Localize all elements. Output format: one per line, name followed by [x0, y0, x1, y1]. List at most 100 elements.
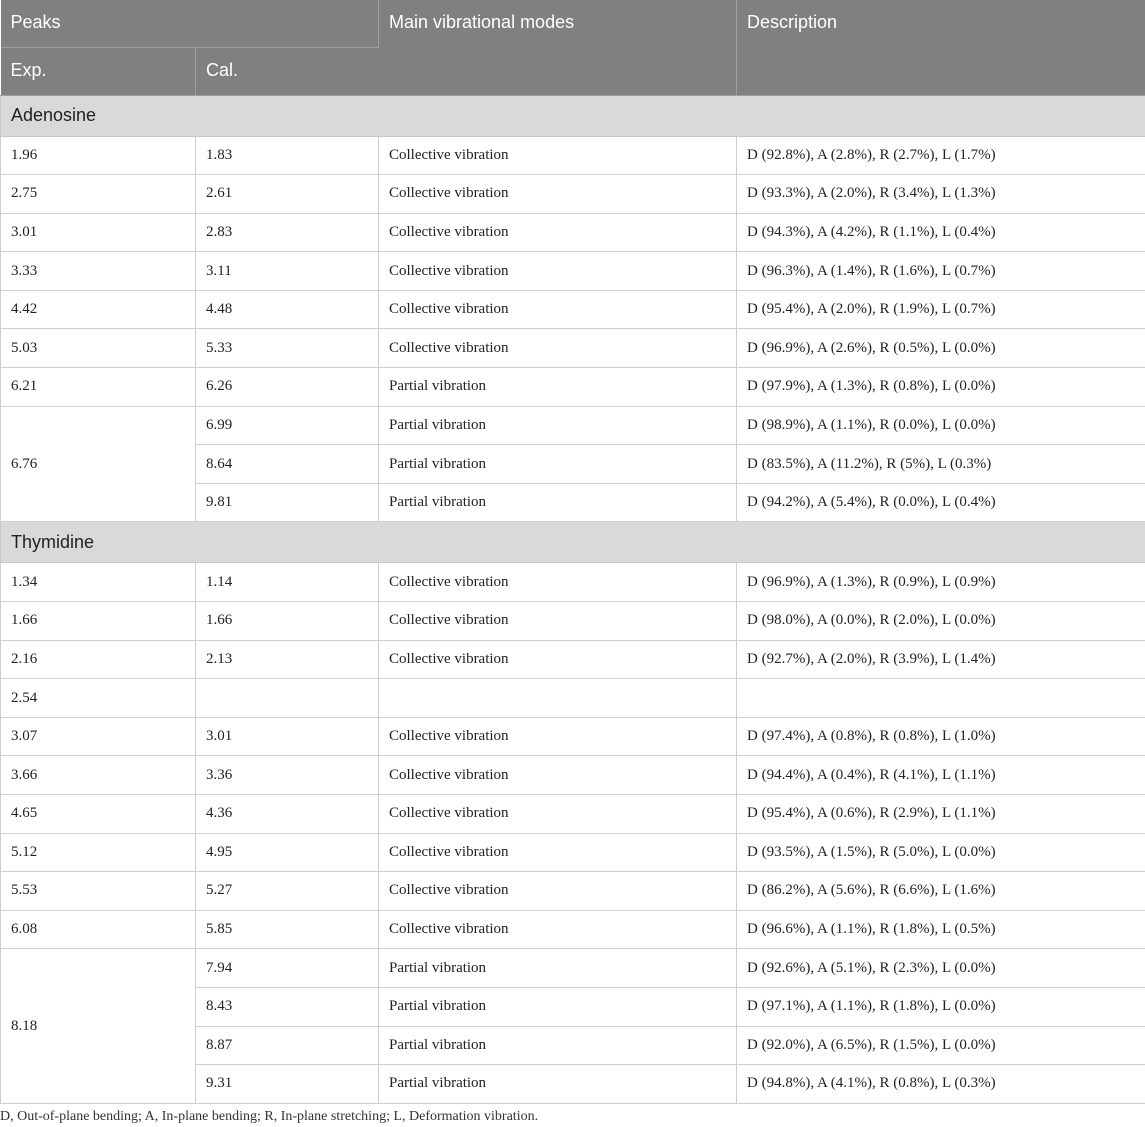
description-cell: D (97.4%), A (0.8%), R (0.8%), L (1.0%)	[736, 716, 1145, 757]
description-cell: D (96.3%), A (1.4%), R (1.6%), L (0.7%)	[736, 251, 1145, 291]
exp-cell: 6.08	[0, 909, 196, 950]
table-row: 2.54	[0, 678, 1145, 718]
table-row: 3.66 3.36 Collective vibration D (94.4%)…	[0, 755, 1145, 795]
exp-cell: 5.03	[0, 328, 196, 369]
mode-cell: Collective vibration	[378, 639, 737, 680]
description-cell: D (92.0%), A (6.5%), R (1.5%), L (0.0%)	[736, 1025, 1145, 1066]
header-main-vibrational-modes: Main vibrational modes	[378, 0, 737, 96]
mode-cell: Collective vibration	[378, 832, 737, 873]
mode-cell: Partial vibration	[378, 1025, 737, 1066]
table-footnote: D, Out-of-plane bending; A, In-plane ben…	[0, 1109, 539, 1124]
mode-cell: Partial vibration	[378, 986, 737, 1027]
exp-cell: 1.66	[0, 601, 196, 641]
exp-cell: 6.76	[0, 405, 196, 523]
exp-cell: 3.07	[0, 716, 196, 757]
exp-cell: 3.01	[0, 212, 196, 253]
table-row: 3.01 2.83 Collective vibration D (94.3%)…	[0, 212, 1145, 253]
header-exp: Exp.	[0, 47, 196, 96]
table-row: 1.34 1.14 Collective vibration D (96.9%)…	[0, 562, 1145, 603]
description-cell: D (92.7%), A (2.0%), R (3.9%), L (1.4%)	[736, 639, 1145, 680]
cal-cell: 1.14	[195, 562, 379, 603]
mode-cell: Partial vibration	[378, 482, 737, 523]
description-cell: D (96.6%), A (1.1%), R (1.8%), L (0.5%)	[736, 909, 1145, 950]
table-row: 6.21 6.26 Partial vibration D (97.9%), A…	[0, 367, 1145, 407]
description-cell: D (95.4%), A (2.0%), R (1.9%), L (0.7%)	[736, 289, 1145, 330]
table-row: 5.12 4.95 Collective vibration D (93.5%)…	[0, 832, 1145, 873]
table-row: 2.75 2.61 Collective vibration D (93.3%)…	[0, 174, 1145, 214]
exp-cell: 2.16	[0, 639, 196, 680]
mode-cell: Partial vibration	[378, 405, 737, 446]
description-cell: D (92.6%), A (5.1%), R (2.3%), L (0.0%)	[736, 948, 1145, 988]
cal-cell: 7.94	[195, 948, 379, 988]
exp-cell: 2.54	[0, 678, 196, 718]
cal-cell: 2.13	[195, 639, 379, 680]
table-row: 3.33 3.11 Collective vibration D (96.3%)…	[0, 251, 1145, 291]
exp-cell: 6.21	[0, 367, 196, 407]
cal-cell: 3.36	[195, 755, 379, 795]
description-cell: D (94.4%), A (0.4%), R (4.1%), L (1.1%)	[736, 755, 1145, 795]
mode-cell: Collective vibration	[378, 212, 737, 253]
description-cell	[736, 678, 1145, 718]
exp-cell: 4.65	[0, 794, 196, 834]
cal-cell: 5.33	[195, 328, 379, 369]
mode-cell: Collective vibration	[378, 755, 737, 795]
group-row-adenosine: Adenosine	[0, 95, 1145, 137]
mode-cell: Collective vibration	[378, 909, 737, 950]
cal-cell: 2.83	[195, 212, 379, 253]
cal-cell: 9.81	[195, 482, 379, 523]
mode-cell: Collective vibration	[378, 871, 737, 911]
description-cell: D (98.9%), A (1.1%), R (0.0%), L (0.0%)	[736, 405, 1145, 446]
mode-cell: Collective vibration	[378, 289, 737, 330]
cal-cell: 1.66	[195, 601, 379, 641]
table-row: 2.16 2.13 Collective vibration D (92.7%)…	[0, 639, 1145, 680]
mode-cell: Collective vibration	[378, 794, 737, 834]
table-row: 6.08 5.85 Collective vibration D (96.6%)…	[0, 909, 1145, 950]
mode-cell: Partial vibration	[378, 948, 737, 988]
exp-cell: 4.42	[0, 289, 196, 330]
table-row: 4.65 4.36 Collective vibration D (95.4%)…	[0, 794, 1145, 834]
exp-cell: 5.12	[0, 832, 196, 873]
exp-cell: 3.66	[0, 755, 196, 795]
group-row-thymidine: Thymidine	[0, 521, 1145, 564]
cal-cell: 1.83	[195, 135, 379, 176]
description-cell: D (96.9%), A (1.3%), R (0.9%), L (0.9%)	[736, 562, 1145, 603]
description-cell: D (95.4%), A (0.6%), R (2.9%), L (1.1%)	[736, 794, 1145, 834]
exp-cell: 3.33	[0, 251, 196, 291]
table-row: 1.96 1.83 Collective vibration D (92.8%)…	[0, 135, 1145, 176]
mode-cell: Partial vibration	[378, 367, 737, 407]
description-cell: D (96.9%), A (2.6%), R (0.5%), L (0.0%)	[736, 328, 1145, 369]
header-description: Description	[736, 0, 1145, 96]
exp-cell: 2.75	[0, 174, 196, 214]
group-label-adenosine: Adenosine	[0, 95, 1145, 137]
cal-cell: 8.64	[195, 444, 379, 484]
table-row: 6.76 6.99 Partial vibration D (98.9%), A…	[0, 405, 1145, 523]
description-cell: D (93.3%), A (2.0%), R (3.4%), L (1.3%)	[736, 174, 1145, 214]
exp-cell: 1.96	[0, 135, 196, 176]
mode-cell: Partial vibration	[378, 444, 737, 484]
description-cell: D (83.5%), A (11.2%), R (5%), L (0.3%)	[736, 444, 1145, 484]
group-label-thymidine: Thymidine	[0, 521, 1145, 564]
header-cal: Cal.	[195, 47, 379, 96]
mode-cell: Collective vibration	[378, 716, 737, 757]
header-peaks: Peaks	[0, 0, 379, 48]
description-cell: D (93.5%), A (1.5%), R (5.0%), L (0.0%)	[736, 832, 1145, 873]
exp-cell: 8.18	[0, 948, 196, 1104]
cal-cell: 9.31	[195, 1064, 379, 1104]
mode-cell: Collective vibration	[378, 135, 737, 176]
table-row: 8.18 7.94 Partial vibration D (92.6%), A…	[0, 948, 1145, 1104]
mode-cell: Partial vibration	[378, 1064, 737, 1104]
description-cell: D (92.8%), A (2.8%), R (2.7%), L (1.7%)	[736, 135, 1145, 176]
vibrational-modes-table: Peaks Main vibrational modes Description…	[0, 0, 1145, 1104]
cal-cell: 4.95	[195, 832, 379, 873]
mode-cell: Collective vibration	[378, 328, 737, 369]
description-cell: D (94.3%), A (4.2%), R (1.1%), L (0.4%)	[736, 212, 1145, 253]
cal-cell: 8.43	[195, 986, 379, 1027]
table-row: 3.07 3.01 Collective vibration D (97.4%)…	[0, 716, 1145, 757]
cal-cell: 5.85	[195, 909, 379, 950]
mode-cell: Collective vibration	[378, 251, 737, 291]
mode-cell: Collective vibration	[378, 174, 737, 214]
cal-cell: 3.11	[195, 251, 379, 291]
cal-cell: 5.27	[195, 871, 379, 911]
description-cell: D (97.1%), A (1.1%), R (1.8%), L (0.0%)	[736, 986, 1145, 1027]
table-row: 5.03 5.33 Collective vibration D (96.9%)…	[0, 328, 1145, 369]
